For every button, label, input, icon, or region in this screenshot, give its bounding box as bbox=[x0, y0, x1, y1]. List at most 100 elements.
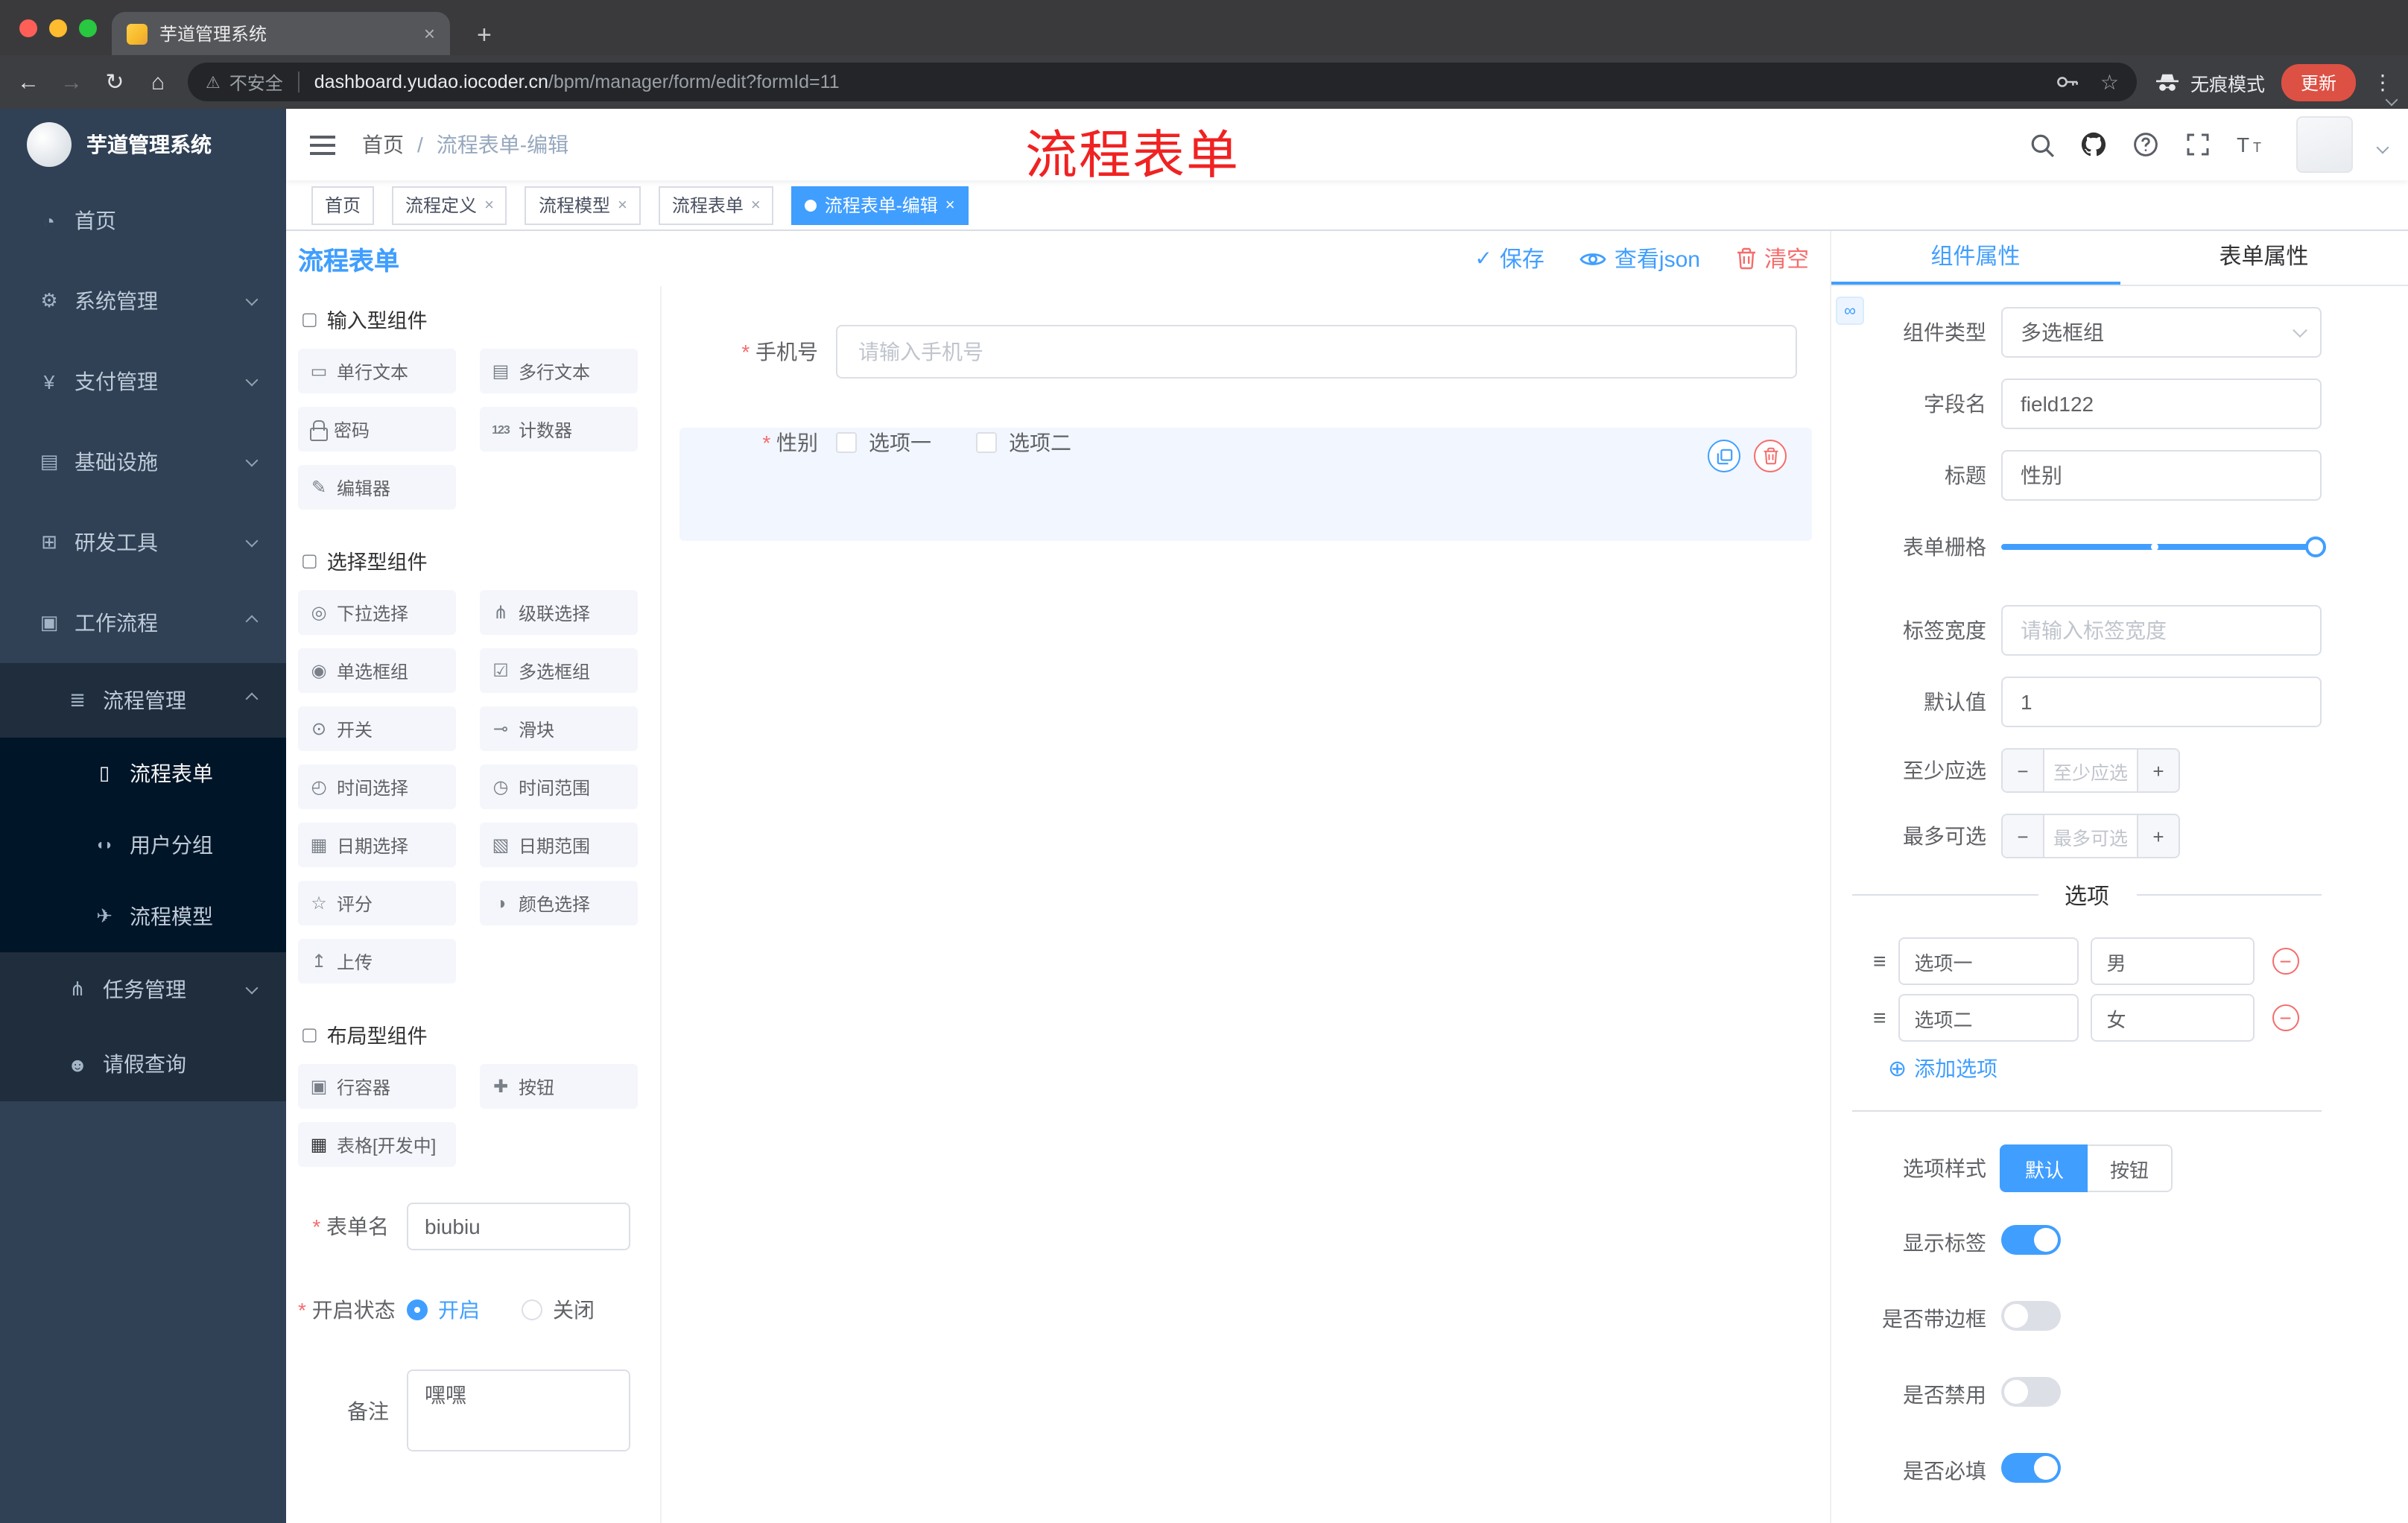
tag-home[interactable]: 首页 bbox=[311, 186, 375, 224]
form-remark-textarea[interactable]: 嘿嘿 bbox=[407, 1370, 630, 1451]
remove-option-button[interactable]: − bbox=[2272, 1004, 2299, 1031]
add-option-button[interactable]: ⊕ 添加选项 bbox=[1888, 1054, 2322, 1083]
forward-button[interactable]: → bbox=[58, 69, 85, 95]
option-value-input[interactable] bbox=[2090, 994, 2255, 1042]
radio-off[interactable]: 关闭 bbox=[522, 1295, 595, 1325]
checkbox-option-1[interactable]: 选项一 bbox=[836, 428, 931, 457]
hamburger-icon[interactable] bbox=[310, 136, 335, 155]
tab-close-icon[interactable]: × bbox=[424, 22, 435, 45]
remove-option-button[interactable]: − bbox=[2272, 948, 2299, 975]
sidebar-item-infrastructure[interactable]: ▤ 基础设施 bbox=[0, 422, 286, 502]
option-value-input[interactable] bbox=[2090, 937, 2255, 985]
reload-button[interactable]: ↻ bbox=[101, 69, 128, 95]
sidebar-item-leave-query[interactable]: ☻ 请假查询 bbox=[0, 1027, 286, 1101]
palette-item-counter[interactable]: 123 计数器 bbox=[480, 407, 638, 452]
palette-item-cascader[interactable]: ⋔ 级联选择 bbox=[480, 590, 638, 635]
sidebar-item-process-management[interactable]: ≣ 流程管理 bbox=[0, 663, 286, 738]
tab-component-props[interactable]: 组件属性 bbox=[1831, 231, 2120, 285]
window-minimize-button[interactable] bbox=[49, 19, 67, 37]
close-icon[interactable]: × bbox=[484, 196, 494, 214]
palette-item-slider[interactable]: ⊸ 滑块 bbox=[480, 706, 638, 751]
tag-process-form-edit[interactable]: 流程表单-编辑 × bbox=[791, 186, 969, 224]
tab-form-props[interactable]: 表单属性 bbox=[2120, 231, 2408, 285]
drag-handle-icon[interactable]: ≡ bbox=[1873, 950, 1886, 972]
palette-item-switch[interactable]: ⊙ 开关 bbox=[298, 706, 456, 751]
palette-item-row-container[interactable]: ▣ 行容器 bbox=[298, 1064, 456, 1109]
link-icon[interactable]: ∞ bbox=[1836, 297, 1864, 325]
save-button[interactable]: ✓ 保存 bbox=[1474, 243, 1544, 274]
slider-handle[interactable] bbox=[2305, 536, 2326, 557]
form-item-gender[interactable]: 性别 选项一 选项二 bbox=[679, 428, 1812, 457]
increase-button[interactable]: + bbox=[2137, 750, 2179, 791]
breadcrumb-home[interactable]: 首页 bbox=[362, 130, 404, 159]
radio-on[interactable]: 开启 bbox=[407, 1295, 480, 1325]
increase-button[interactable]: + bbox=[2137, 815, 2179, 857]
user-avatar[interactable] bbox=[2296, 116, 2353, 173]
selected-form-item-gender[interactable]: 性别 选项一 选项二 bbox=[679, 428, 1812, 541]
component-type-select[interactable]: 多选框组 bbox=[2001, 307, 2322, 358]
palette-item-radio-group[interactable]: ◉ 单选框组 bbox=[298, 648, 456, 693]
decrease-button[interactable]: − bbox=[2003, 750, 2044, 791]
field-name-input[interactable] bbox=[2001, 379, 2322, 429]
close-icon[interactable]: × bbox=[945, 196, 955, 214]
sidebar-logo[interactable]: 芋道管理系统 bbox=[0, 109, 286, 180]
border-toggle[interactable] bbox=[2001, 1301, 2061, 1331]
copy-item-button[interactable] bbox=[1708, 440, 1740, 472]
form-item-phone[interactable]: 手机号 bbox=[662, 325, 1830, 379]
disabled-toggle[interactable] bbox=[2001, 1377, 2061, 1407]
fullscreen-icon[interactable] bbox=[2183, 130, 2213, 159]
new-tab-button[interactable]: + bbox=[477, 22, 492, 48]
palette-item-date-picker[interactable]: ▦ 日期选择 bbox=[298, 823, 456, 867]
delete-item-button[interactable] bbox=[1754, 440, 1787, 472]
sidebar-item-process-model[interactable]: ✈ 流程模型 bbox=[0, 881, 286, 952]
sidebar-item-home[interactable]: ◔ 首页 bbox=[0, 180, 286, 261]
tag-process-definition[interactable]: 流程定义 × bbox=[392, 186, 507, 224]
title-input[interactable] bbox=[2001, 450, 2322, 501]
tag-process-form[interactable]: 流程表单 × bbox=[658, 186, 774, 224]
view-json-button[interactable]: 查看json bbox=[1580, 243, 1700, 274]
sidebar-item-system-management[interactable]: ⚙ 系统管理 bbox=[0, 261, 286, 341]
option-name-input[interactable] bbox=[1898, 937, 2079, 985]
sidebar-item-dev-tools[interactable]: ⊞ 研发工具 bbox=[0, 502, 286, 583]
sidebar-item-user-group[interactable]: ◖◗ 用户分组 bbox=[0, 809, 286, 881]
show-label-toggle[interactable] bbox=[2001, 1225, 2061, 1255]
address-bar[interactable]: ⚠ 不安全 dashboard.yudao.iocoder.cn/bpm/man… bbox=[188, 63, 2137, 101]
github-icon[interactable] bbox=[2079, 130, 2108, 159]
sidebar-item-payment-management[interactable]: ¥ 支付管理 bbox=[0, 341, 286, 422]
palette-item-rate[interactable]: ☆ 评分 bbox=[298, 881, 456, 925]
label-width-input[interactable] bbox=[2001, 605, 2322, 656]
palette-item-editor[interactable]: ✎ 编辑器 bbox=[298, 465, 456, 510]
palette-item-text-field[interactable]: ▭ 单行文本 bbox=[298, 349, 456, 393]
palette-item-select[interactable]: ◎ 下拉选择 bbox=[298, 590, 456, 635]
sidebar-item-workflow[interactable]: ▣ 工作流程 bbox=[0, 583, 286, 663]
palette-item-time-picker[interactable]: ◴ 时间选择 bbox=[298, 764, 456, 809]
search-icon[interactable] bbox=[2027, 130, 2056, 159]
password-key-icon[interactable] bbox=[2053, 67, 2082, 97]
window-zoom-button[interactable] bbox=[79, 19, 97, 37]
help-icon[interactable] bbox=[2131, 130, 2161, 159]
form-canvas[interactable]: 手机号 bbox=[662, 286, 1830, 1523]
min-select-value[interactable]: 至少应选 bbox=[2044, 750, 2137, 791]
bookmark-star-icon[interactable]: ☆ bbox=[2100, 69, 2119, 95]
palette-item-color-picker[interactable]: ◑ 颜色选择 bbox=[480, 881, 638, 925]
palette-item-table[interactable]: ▦ 表格[开发中] bbox=[298, 1122, 456, 1167]
default-value-input[interactable] bbox=[2001, 677, 2322, 727]
tag-process-model[interactable]: 流程模型 × bbox=[525, 186, 641, 224]
palette-item-textarea[interactable]: ▤ 多行文本 bbox=[480, 349, 638, 393]
sidebar-item-task-management[interactable]: ⋔ 任务管理 bbox=[0, 952, 286, 1027]
palette-item-password[interactable]: 密码 bbox=[298, 407, 456, 452]
required-toggle[interactable] bbox=[2001, 1453, 2061, 1483]
font-size-icon[interactable]: TT bbox=[2235, 130, 2265, 159]
back-button[interactable]: ← bbox=[15, 69, 42, 95]
close-icon[interactable]: × bbox=[618, 196, 627, 214]
update-button[interactable]: 更新 bbox=[2281, 63, 2356, 101]
palette-item-date-range[interactable]: ▧ 日期范围 bbox=[480, 823, 638, 867]
palette-item-checkbox-group[interactable]: ☑ 多选框组 bbox=[480, 648, 638, 693]
window-close-button[interactable] bbox=[19, 19, 37, 37]
max-select-value[interactable]: 最多可选 bbox=[2044, 815, 2137, 857]
drag-handle-icon[interactable]: ≡ bbox=[1873, 1007, 1886, 1029]
close-icon[interactable]: × bbox=[751, 196, 761, 214]
form-name-input[interactable] bbox=[407, 1203, 630, 1250]
decrease-button[interactable]: − bbox=[2003, 815, 2044, 857]
grid-slider[interactable] bbox=[2001, 522, 2326, 572]
